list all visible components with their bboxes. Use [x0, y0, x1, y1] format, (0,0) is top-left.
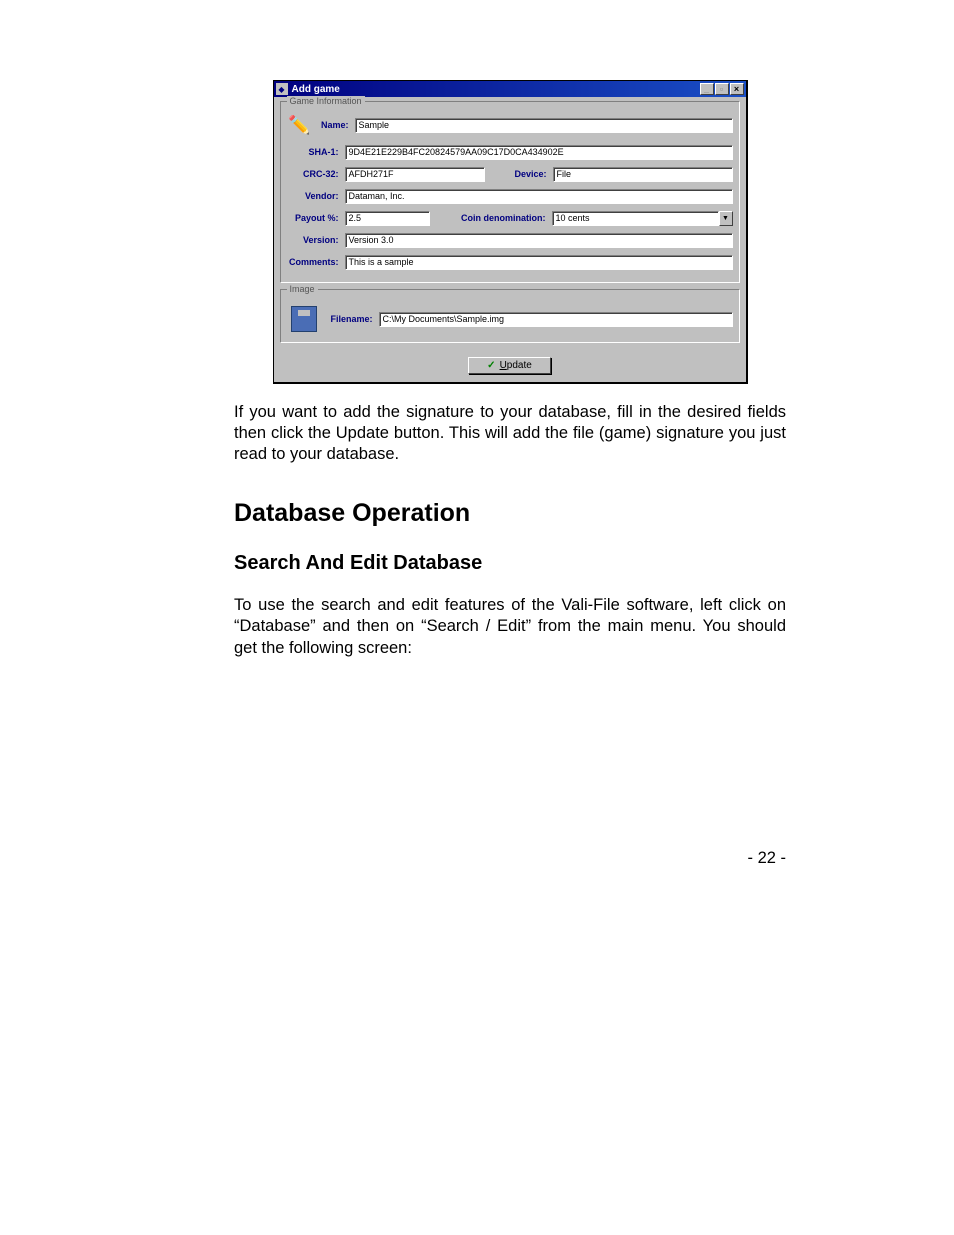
- maximize-button[interactable]: ▫: [715, 83, 729, 95]
- disk-icon: [291, 306, 317, 332]
- paragraph: If you want to add the signature to your…: [234, 402, 786, 465]
- device-field[interactable]: File: [553, 167, 733, 182]
- window-title: Add game: [292, 84, 699, 95]
- sha1-field[interactable]: 9D4E21E229B4FC20824579AA09C17D0CA434902E: [345, 145, 733, 160]
- payout-field[interactable]: 2.5: [345, 211, 430, 226]
- add-game-dialog: ◆ Add game _ ▫ × Game Information ✏️ Nam…: [273, 80, 748, 384]
- paragraph: To use the search and edit features of t…: [234, 595, 786, 658]
- game-information-group: Game Information ✏️ Name: Sample SHA-1: …: [280, 101, 740, 283]
- group-legend: Game Information: [287, 96, 365, 106]
- device-label: Device:: [509, 169, 553, 179]
- titlebar[interactable]: ◆ Add game _ ▫ ×: [274, 81, 746, 97]
- app-icon: ◆: [276, 83, 288, 95]
- coin-denomination-field[interactable]: 10 cents: [552, 211, 719, 226]
- payout-label: Payout %:: [287, 213, 345, 223]
- version-label: Version:: [287, 235, 345, 245]
- coin-denomination-dropdown-button[interactable]: ▼: [719, 211, 733, 226]
- filename-label: Filename:: [327, 314, 379, 324]
- heading-1: Database Operation: [234, 499, 786, 528]
- check-icon: ✓: [487, 360, 495, 371]
- name-label: Name:: [319, 120, 355, 130]
- minimize-button[interactable]: _: [700, 83, 714, 95]
- group-legend: Image: [287, 284, 318, 294]
- heading-2: Search And Edit Database: [234, 552, 786, 575]
- filename-field[interactable]: C:\My Documents\Sample.img: [379, 312, 733, 327]
- coin-denomination-label: Coin denomination:: [454, 213, 552, 223]
- update-button[interactable]: ✓ Update: [468, 357, 551, 374]
- image-group: Image Filename: C:\My Documents\Sample.i…: [280, 289, 740, 343]
- vendor-label: Vendor:: [287, 191, 345, 201]
- game-icon: ✏️: [287, 112, 313, 138]
- crc32-label: CRC-32:: [287, 169, 345, 179]
- update-button-label: Update: [500, 360, 532, 371]
- name-field[interactable]: Sample: [355, 118, 733, 133]
- crc32-field[interactable]: AFDH271F: [345, 167, 485, 182]
- page-number: - 22 -: [234, 849, 786, 868]
- close-button[interactable]: ×: [730, 83, 744, 95]
- comments-field[interactable]: This is a sample: [345, 255, 733, 270]
- sha1-label: SHA-1:: [287, 147, 345, 157]
- version-field[interactable]: Version 3.0: [345, 233, 733, 248]
- comments-label: Comments:: [287, 257, 345, 267]
- vendor-field[interactable]: Dataman, Inc.: [345, 189, 733, 204]
